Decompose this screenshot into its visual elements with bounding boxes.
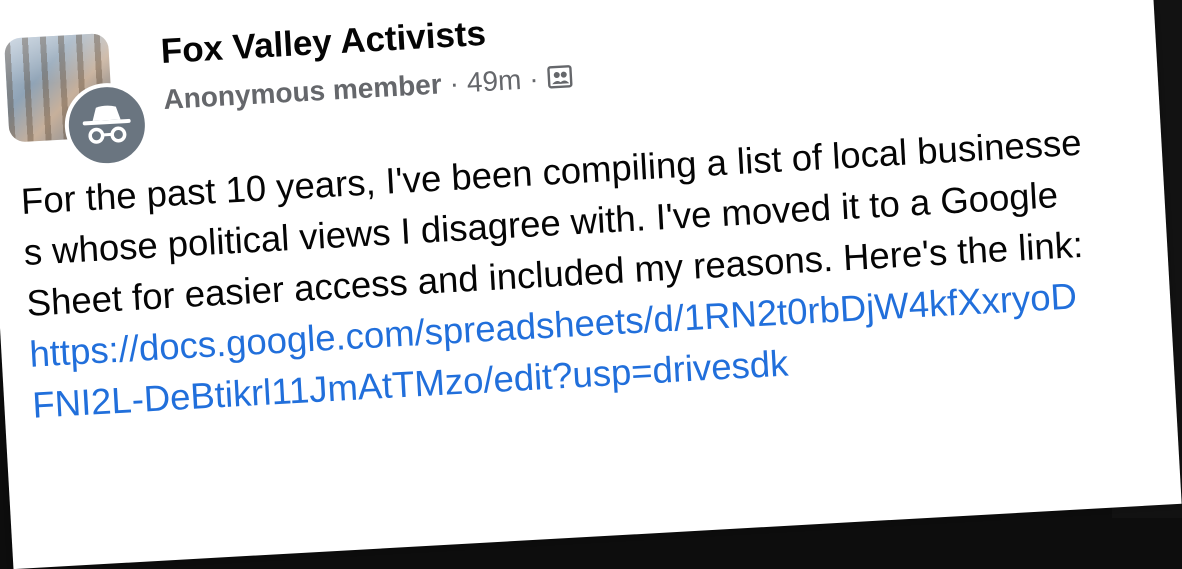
meta-separator: ·: [448, 67, 460, 99]
post-meta: Anonymous member · 49m ·: [163, 61, 576, 116]
group-members-icon: [546, 63, 576, 93]
meta-separator: ·: [528, 63, 540, 95]
group-name-link[interactable]: Fox Valley Activists: [160, 14, 487, 72]
post-time[interactable]: 49m: [466, 64, 522, 99]
anonymous-incognito-icon: [82, 105, 131, 144]
post-body: For the past 10 years, I've been compili…: [20, 116, 1103, 430]
post-card: Fox Valley Activists Anonymous member · …: [0, 0, 1182, 569]
author-name[interactable]: Anonymous member: [163, 68, 443, 115]
